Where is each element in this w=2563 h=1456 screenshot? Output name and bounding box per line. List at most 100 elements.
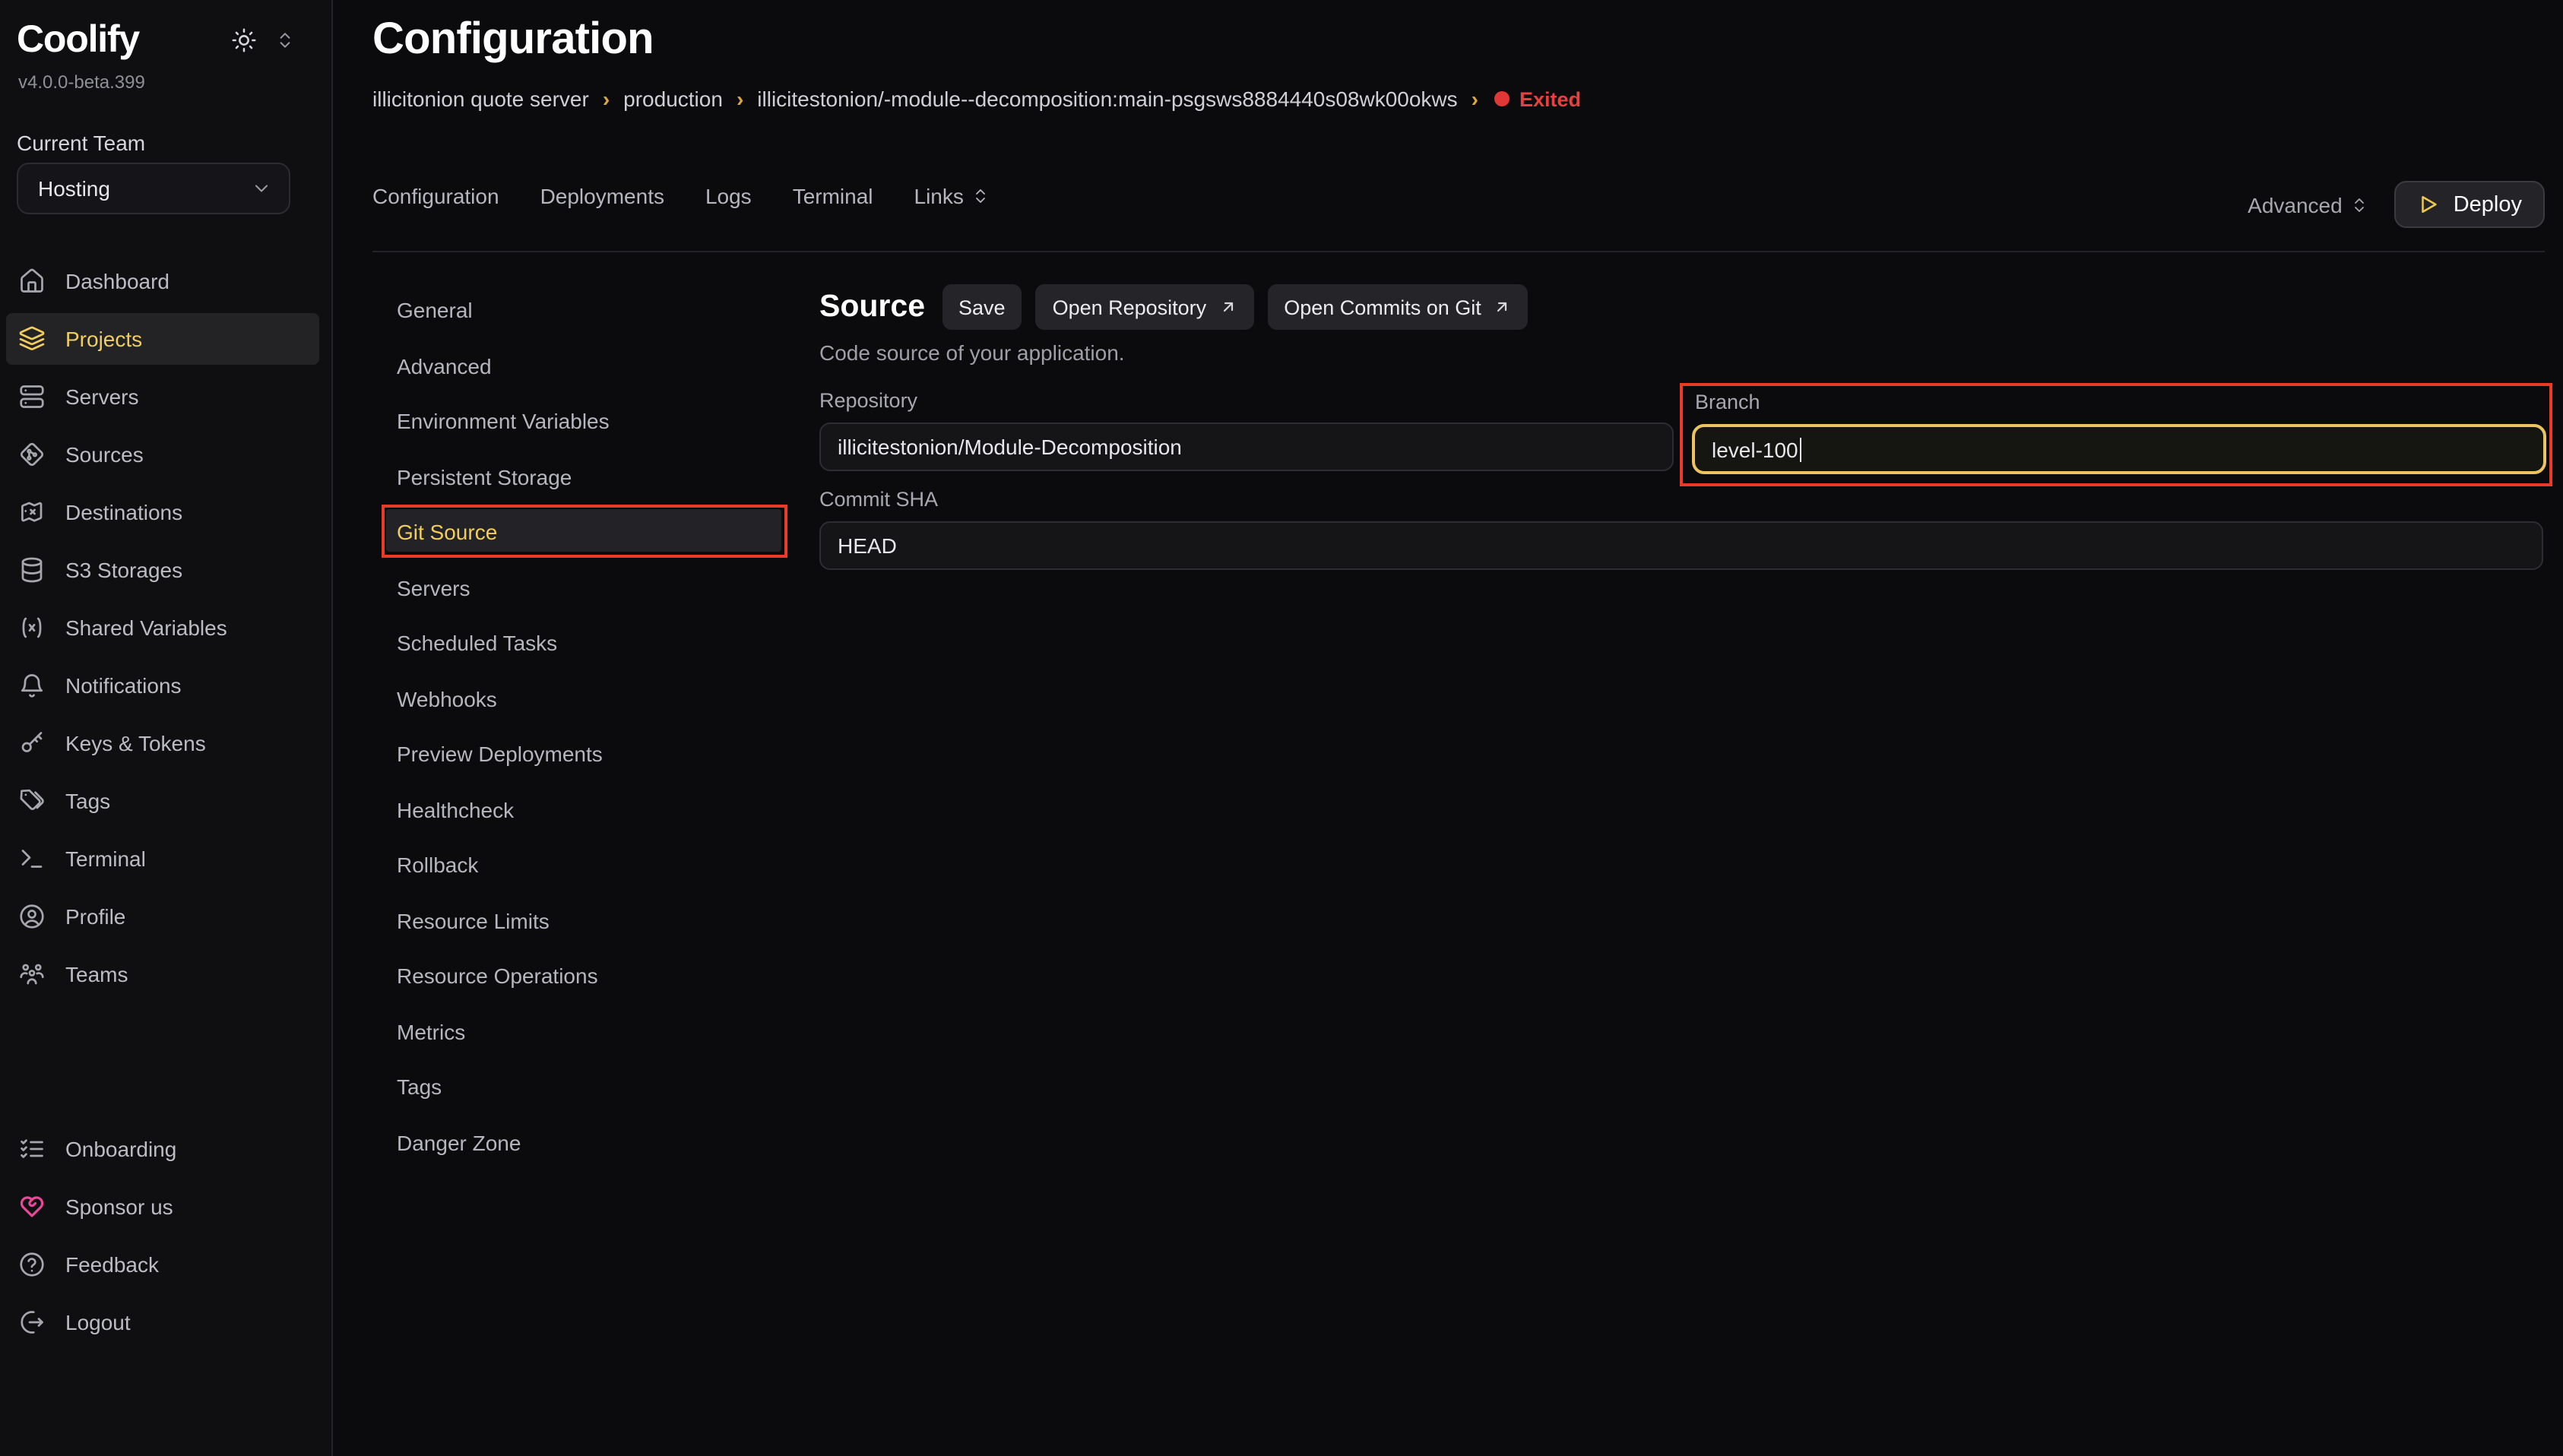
subnav-item-metrics[interactable]: Metrics	[389, 1004, 781, 1059]
git-source-icon	[18, 441, 46, 468]
branch-label: Branch	[1695, 391, 1760, 413]
configuration-subnav: General Advanced Environment Variables P…	[389, 283, 781, 1170]
open-repository-button[interactable]: Open Repository	[1036, 284, 1254, 330]
sidebar-item-shared-variables[interactable]: Shared Variables	[0, 599, 331, 657]
chevrons-up-down-icon	[2350, 195, 2368, 214]
breadcrumb-project[interactable]: illicitonion quote server	[372, 87, 589, 111]
deploy-button[interactable]: Deploy	[2394, 181, 2545, 228]
repository-input[interactable]: illicitestonion/Module-Decomposition	[819, 423, 1674, 471]
subnav-item-general[interactable]: General	[389, 283, 781, 338]
sidebar-item-tags[interactable]: Tags	[0, 772, 331, 830]
subnav-item-healthcheck[interactable]: Healthcheck	[389, 782, 781, 837]
sidebar-footer-nav: Onboarding Sponsor us Feedback Logout	[0, 1120, 331, 1351]
repository-label: Repository	[819, 389, 917, 412]
sidebar-item-onboarding[interactable]: Onboarding	[0, 1120, 331, 1178]
subnav-item-resource-limits[interactable]: Resource Limits	[389, 893, 781, 948]
chevron-down-icon	[251, 178, 272, 199]
branch-input[interactable]: level-100	[1692, 424, 2546, 474]
subnav-item-danger-zone[interactable]: Danger Zone	[389, 1115, 781, 1170]
app-logo: Coolify	[17, 18, 139, 62]
subnav-item-servers[interactable]: Servers	[389, 560, 781, 616]
subnav-item-tags[interactable]: Tags	[389, 1059, 781, 1115]
tab-configuration[interactable]: Configuration	[372, 184, 499, 208]
tags-icon	[18, 787, 46, 815]
sidebar-item-sources[interactable]: Sources	[0, 426, 331, 483]
bell-icon	[18, 672, 46, 699]
advanced-dropdown[interactable]: Advanced	[2248, 192, 2368, 217]
breadcrumb-chevron-icon: ›	[1472, 87, 1478, 111]
sidebar-item-servers[interactable]: Servers	[0, 368, 331, 426]
source-description: Code source of your application.	[819, 340, 1125, 365]
sun-icon	[231, 27, 257, 53]
theme-toggle-button[interactable]	[231, 27, 257, 53]
sidebar-item-notifications[interactable]: Notifications	[0, 657, 331, 714]
users-icon	[18, 961, 46, 988]
subnav-item-persistent-storage[interactable]: Persistent Storage	[389, 449, 781, 505]
subnav-item-preview-deployments[interactable]: Preview Deployments	[389, 726, 781, 782]
commit-sha-label: Commit SHA	[819, 488, 938, 511]
sidebar-item-dashboard[interactable]: Dashboard	[0, 252, 331, 310]
breadcrumb: illicitonion quote server › production ›…	[372, 87, 1581, 111]
open-commits-button[interactable]: Open Commits on Git	[1267, 284, 1529, 330]
parentheses-x-icon	[18, 614, 46, 641]
key-icon	[18, 730, 46, 757]
sidebar-item-destinations[interactable]: Destinations	[0, 483, 331, 541]
user-circle-icon	[18, 903, 46, 930]
sidebar-item-terminal[interactable]: Terminal	[0, 830, 331, 888]
sidebar-item-feedback[interactable]: Feedback	[0, 1236, 331, 1293]
page-title: Configuration	[372, 15, 654, 65]
tab-logs[interactable]: Logs	[705, 184, 752, 208]
breadcrumb-environment[interactable]: production	[623, 87, 723, 111]
breadcrumb-resource[interactable]: illicitestonion/-module--decomposition:m…	[757, 87, 1457, 111]
terminal-icon	[18, 845, 46, 872]
app-window: Coolify v4.0.0-beta.399 Current Team Hos…	[0, 0, 2563, 1456]
team-select[interactable]: Hosting	[17, 163, 290, 214]
commit-sha-input[interactable]: HEAD	[819, 521, 2543, 570]
chevrons-up-down-icon	[275, 30, 295, 50]
sidebar-item-teams[interactable]: Teams	[0, 945, 331, 1003]
tab-deployments[interactable]: Deployments	[540, 184, 664, 208]
arrow-up-right-icon	[1218, 298, 1237, 316]
arrow-up-right-icon	[1494, 298, 1512, 316]
team-select-value: Hosting	[38, 176, 110, 201]
chevrons-up-down-icon	[971, 187, 990, 205]
logout-icon	[18, 1309, 46, 1336]
server-icon	[18, 383, 46, 410]
text-cursor	[1800, 437, 1802, 461]
source-heading: Source	[819, 289, 925, 325]
sidebar-item-sponsor-us[interactable]: Sponsor us	[0, 1178, 331, 1236]
sidebar-item-keys-tokens[interactable]: Keys & Tokens	[0, 714, 331, 772]
tab-terminal[interactable]: Terminal	[793, 184, 873, 208]
heart-hands-icon	[18, 1193, 46, 1220]
current-team-label: Current Team	[17, 131, 145, 155]
sidebar: Coolify v4.0.0-beta.399 Current Team Hos…	[0, 0, 333, 1456]
breadcrumb-chevron-icon: ›	[737, 87, 743, 111]
checklist-icon	[18, 1135, 46, 1163]
subnav-item-environment-variables[interactable]: Environment Variables	[389, 394, 781, 449]
home-icon	[18, 267, 46, 295]
top-actions: Advanced Deploy	[2248, 181, 2545, 228]
sidebar-item-logout[interactable]: Logout	[0, 1293, 331, 1351]
status-badge: Exited	[1494, 87, 1581, 110]
annotation-box-branch: Branch level-100	[1680, 383, 2552, 486]
sidebar-item-projects[interactable]: Projects	[0, 310, 331, 368]
sidebar-item-s3-storages[interactable]: S3 Storages	[0, 541, 331, 599]
subnav-item-webhooks[interactable]: Webhooks	[389, 671, 781, 726]
source-header-row: Source Save Open Repository Open Commits…	[819, 284, 1529, 330]
resource-tabs: Configuration Deployments Logs Terminal …	[372, 184, 990, 208]
subnav-item-rollback[interactable]: Rollback	[389, 837, 781, 893]
help-circle-icon	[18, 1251, 46, 1278]
subnav-item-scheduled-tasks[interactable]: Scheduled Tasks	[389, 616, 781, 671]
status-text: Exited	[1519, 87, 1581, 110]
logo-row: Coolify	[17, 18, 295, 62]
database-icon	[18, 556, 46, 584]
theme-select-button[interactable]	[275, 30, 295, 50]
subnav-item-resource-operations[interactable]: Resource Operations	[389, 948, 781, 1004]
sidebar-item-profile[interactable]: Profile	[0, 888, 331, 945]
save-button[interactable]: Save	[942, 284, 1022, 330]
tab-links[interactable]: Links	[914, 184, 990, 208]
sidebar-nav: Dashboard Projects Servers Sources Desti…	[0, 252, 331, 1003]
subnav-item-git-source[interactable]: Git Source	[389, 505, 781, 560]
subnav-item-advanced[interactable]: Advanced	[389, 338, 781, 394]
play-icon	[2417, 193, 2440, 216]
